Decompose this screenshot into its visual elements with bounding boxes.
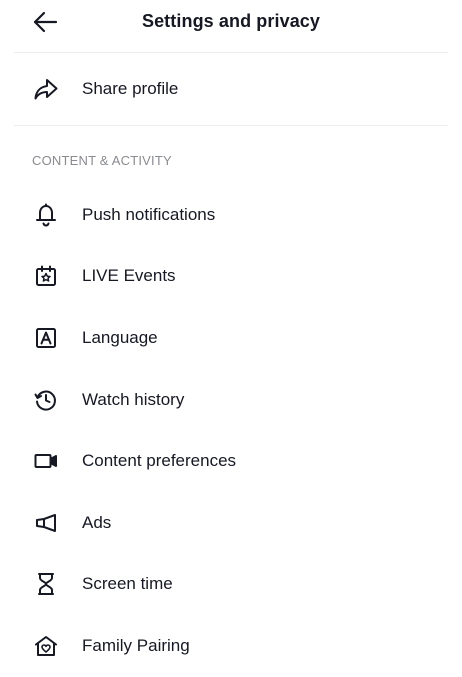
bell-icon [32,201,60,229]
menu-item-watch-history[interactable]: Watch history [0,369,462,431]
header-bar: Settings and privacy [14,0,448,53]
content-activity-list: Push notifications LIVE Events Language [0,184,462,677]
share-profile-item[interactable]: Share profile [14,53,448,126]
menu-item-label: Watch history [82,389,185,409]
menu-item-label: Screen time [82,574,173,594]
share-arrow-icon [32,75,60,103]
menu-item-label: Content preferences [82,451,237,471]
video-camera-icon [32,447,60,475]
menu-item-push-notifications[interactable]: Push notifications [0,184,462,246]
menu-item-screen-time[interactable]: Screen time [0,554,462,616]
history-clock-icon [32,386,60,414]
family-home-heart-icon [32,632,60,660]
menu-item-ads[interactable]: Ads [0,492,462,554]
section-title-content-activity: CONTENT & ACTIVITY [32,153,172,168]
menu-item-family-pairing[interactable]: Family Pairing [0,615,462,677]
calendar-star-icon [32,262,60,290]
page-title: Settings and privacy [141,11,321,31]
menu-item-label: Family Pairing [82,635,190,655]
menu-item-label: Language [82,327,158,347]
share-profile-label: Share profile [82,79,179,98]
megaphone-icon [32,509,60,537]
hourglass-icon [32,570,60,598]
menu-item-label: Ads [82,512,112,532]
menu-item-label: Push notifications [82,204,216,224]
menu-item-label: LIVE Events [82,266,176,286]
menu-item-language[interactable]: Language [0,307,462,369]
menu-item-live-events[interactable]: LIVE Events [0,246,462,308]
menu-item-content-preferences[interactable]: Content preferences [0,430,462,492]
language-a-icon [32,324,60,352]
